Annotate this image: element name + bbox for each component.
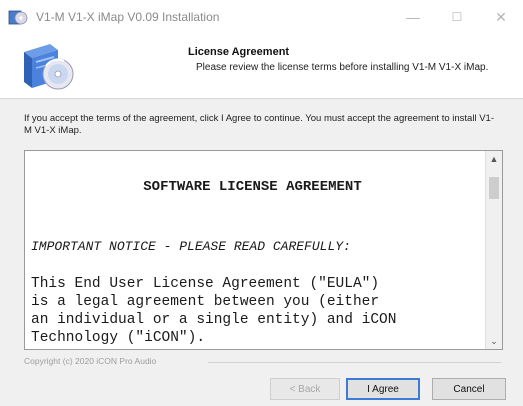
title-bar: V1-M V1-X iMap V0.09 Installation — ☐ ✕ <box>0 0 523 34</box>
back-button[interactable]: < Back <box>270 378 340 400</box>
vertical-scrollbar[interactable]: ▲ ⌄ <box>485 151 502 349</box>
installer-cd-icon <box>8 10 28 25</box>
page-title: License Agreement <box>188 46 290 58</box>
close-button[interactable]: ✕ <box>479 0 523 34</box>
minimize-icon: — <box>406 9 420 25</box>
license-body: This End User License Agreement ("EULA")… <box>31 276 397 346</box>
license-heading: SOFTWARE LICENSE AGREEMENT <box>143 179 362 195</box>
branding-text: Copyright (c) 2020 iCON Pro Audio <box>24 356 157 366</box>
page-header: License Agreement Please review the lice… <box>0 34 523 99</box>
window-title: V1-M V1-X iMap V0.09 Installation <box>36 10 220 24</box>
maximize-icon: ☐ <box>451 10 463 24</box>
minimize-button[interactable]: — <box>391 0 435 34</box>
license-instructions: If you accept the terms of the agreement… <box>24 113 494 136</box>
scroll-down-arrow-icon[interactable]: ⌄ <box>486 333 502 349</box>
scroll-thumb[interactable] <box>489 177 499 199</box>
branding-divider <box>208 362 501 363</box>
license-text-box[interactable]: SOFTWARE LICENSE AGREEMENT IMPORTANT NOT… <box>24 150 503 350</box>
cancel-button[interactable]: Cancel <box>432 378 506 400</box>
license-notice: IMPORTANT NOTICE - PLEASE READ CAREFULLY… <box>31 239 351 254</box>
page-subtitle: Please review the license terms before i… <box>196 62 489 73</box>
maximize-button[interactable]: ☐ <box>435 0 479 34</box>
scroll-up-arrow-icon[interactable]: ▲ <box>486 151 502 167</box>
agree-button[interactable]: I Agree <box>346 378 420 400</box>
close-icon: ✕ <box>495 8 507 25</box>
software-box-cd-icon <box>16 38 80 94</box>
